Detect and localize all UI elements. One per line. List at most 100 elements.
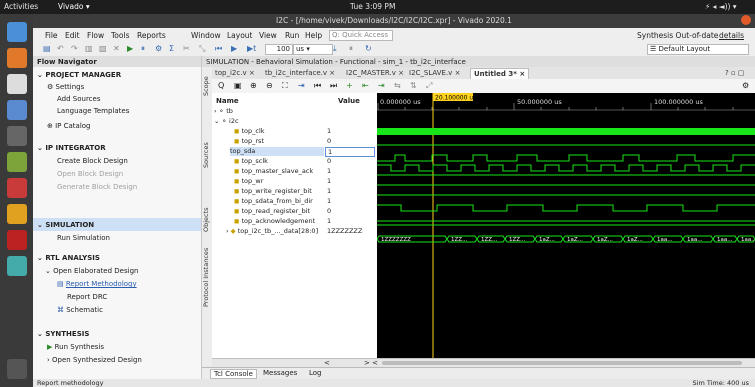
step-icon[interactable]: ⤓: [333, 44, 337, 54]
menu-window[interactable]: Window: [191, 31, 221, 40]
menu-layout[interactable]: Layout: [227, 31, 253, 40]
settings-gear-icon[interactable]: ⚙: [742, 81, 749, 90]
nav-add-sources[interactable]: Add Sources: [57, 95, 100, 103]
time-value-input[interactable]: 100: [265, 44, 293, 55]
restart-icon[interactable]: ⏮: [215, 44, 222, 54]
table-row[interactable]: › ⚬ tb: [214, 107, 326, 116]
section-ip-integrator[interactable]: ⌄ IP INTEGRATOR: [37, 144, 106, 152]
files-icon[interactable]: [7, 22, 27, 42]
nav-create-block-design[interactable]: Create Block Design: [57, 157, 128, 165]
app2-icon[interactable]: [7, 230, 27, 250]
menu-tools[interactable]: Tools: [111, 31, 129, 40]
table-row-selected[interactable]: top_sda: [230, 147, 324, 156]
menu-run[interactable]: Run: [285, 31, 299, 40]
tab-messages[interactable]: Messages: [260, 369, 300, 377]
time-unit-select[interactable]: us ▾: [293, 44, 333, 55]
firefox-icon[interactable]: [7, 100, 27, 120]
tab-sources[interactable]: Sources: [202, 137, 212, 173]
nav-ip-catalog[interactable]: ⊕ IP Catalog: [47, 122, 91, 130]
clock[interactable]: Tue 3:09 PM: [350, 2, 395, 11]
app3-icon[interactable]: [7, 256, 27, 276]
nav-run-simulation[interactable]: Run Simulation: [57, 234, 110, 242]
tab-tcl-console[interactable]: Tcl Console: [210, 369, 257, 379]
table-row[interactable]: › ◆ top_i2c_tb_..._data[28:0]: [226, 227, 338, 236]
goto-cursor-icon[interactable]: ⇥: [298, 81, 305, 90]
section-simulation[interactable]: ⌄ SIMULATION: [37, 221, 94, 229]
tab-i2c-master[interactable]: I2C_MASTER.v ×: [343, 68, 407, 78]
nav-report-drc[interactable]: Report DRC: [67, 293, 107, 301]
nav-schematic[interactable]: ⌘ Schematic: [57, 306, 103, 314]
swap-icon[interactable]: ⇆: [394, 81, 401, 90]
settings-icon[interactable]: ⚙: [155, 44, 162, 53]
calc-icon[interactable]: [7, 152, 27, 172]
system-tray-icons[interactable]: ⚡ ◂ ◄)) ▾: [705, 2, 737, 11]
show-apps-icon[interactable]: [7, 359, 27, 379]
tab-top-i2c[interactable]: top_i2c.v ×: [212, 68, 258, 78]
scroll-left-icon[interactable]: <: [324, 359, 330, 367]
activities-button[interactable]: Activities: [4, 2, 38, 11]
add-marker-icon[interactable]: +: [346, 81, 353, 90]
zoom-out-icon[interactable]: ⊖: [266, 81, 273, 90]
section-project-manager[interactable]: ⌄ PROJECT MANAGER: [37, 71, 121, 79]
redo-icon[interactable]: ↷: [71, 44, 78, 53]
grid-icon[interactable]: [7, 126, 27, 146]
paste-icon[interactable]: ▧: [99, 44, 107, 53]
expand-icon[interactable]: ⤢: [426, 81, 432, 91]
close-icon[interactable]: [741, 15, 751, 25]
menu-flow[interactable]: Flow: [87, 31, 104, 40]
app-menu[interactable]: Vivado ▾: [58, 2, 90, 11]
scroll-thumb[interactable]: [382, 361, 742, 365]
vivado-icon[interactable]: [7, 204, 27, 224]
details-link[interactable]: details: [719, 31, 744, 40]
app-icon[interactable]: [7, 178, 27, 198]
tab-objects[interactable]: Objects: [202, 203, 212, 237]
tab-untitled-3[interactable]: Untitled 3* ×: [470, 68, 530, 79]
search-icon[interactable]: Q: [218, 81, 224, 90]
waveform-canvas[interactable]: 0.000000 us 50.000000 us 100.000000 us 2…: [377, 93, 755, 367]
tool-icon[interactable]: ⤡: [199, 44, 205, 54]
cut-icon[interactable]: ✂: [183, 44, 190, 53]
nav-open-block-design[interactable]: Open Block Design: [57, 170, 123, 178]
open-icon[interactable]: ▤: [43, 44, 51, 53]
tab-scope[interactable]: Scope: [202, 71, 212, 101]
menu-view[interactable]: View: [259, 31, 277, 40]
prev-marker-icon[interactable]: ⇤: [362, 81, 369, 90]
nav-report-methodology[interactable]: ▤ Report Methodology: [57, 280, 137, 288]
menu-edit[interactable]: Edit: [65, 31, 80, 40]
tab-tb-i2c-interface[interactable]: tb_i2c_interface.v ×: [262, 68, 338, 78]
nav-open-elaborated-design[interactable]: ⌄ Open Elaborated Design: [45, 267, 138, 275]
pause-icon[interactable]: ⏸: [349, 44, 353, 54]
save-icon[interactable]: ▣: [234, 81, 242, 90]
zoom-in-icon[interactable]: ⊕: [250, 81, 257, 90]
section-rtl-analysis[interactable]: ⌄ RTL ANALYSIS: [37, 254, 100, 262]
quick-access-input[interactable]: Q: Quick Access: [329, 30, 393, 41]
layout-select[interactable]: ☰ Default Layout: [647, 44, 749, 55]
nav-open-synthesized-design[interactable]: › Open Synthesized Design: [47, 356, 142, 364]
section-synthesis[interactable]: ⌄ SYNTHESIS: [37, 330, 89, 338]
menu-help[interactable]: Help: [305, 31, 322, 40]
run-all-icon[interactable]: ▶: [231, 44, 237, 53]
menu-file[interactable]: File: [45, 31, 58, 40]
next-marker-icon[interactable]: ⇥: [378, 81, 385, 90]
run-for-icon[interactable]: ▶t: [247, 44, 256, 53]
snap-icon[interactable]: ⇅: [410, 81, 417, 90]
tab-i2c-slave[interactable]: I2C_SLAVE.v ×: [406, 68, 463, 78]
undo-icon[interactable]: ↶: [57, 44, 64, 53]
run-icon[interactable]: ▶: [127, 44, 133, 53]
relaunch-icon[interactable]: ↻: [365, 44, 372, 53]
delete-icon[interactable]: ✕: [113, 44, 120, 53]
waveform-viewer[interactable]: 0.000000 us 50.000000 us 100.000000 us 2…: [377, 93, 755, 367]
program-icon[interactable]: ⏸: [141, 44, 145, 54]
table-row[interactable]: ⌄ ⚬ i2c: [214, 117, 326, 126]
tab-log[interactable]: Log: [306, 369, 325, 377]
last-icon[interactable]: ⏭: [330, 81, 337, 91]
tab-protocol-instances[interactable]: Protocol Instances: [202, 241, 212, 313]
nav-settings[interactable]: ⚙ Settings: [47, 83, 84, 91]
sigma-icon[interactable]: Σ: [169, 44, 174, 53]
panel-controls[interactable]: ? ▫ ▢: [722, 68, 748, 78]
software-icon[interactable]: [7, 48, 27, 68]
nav-generate-block-design[interactable]: Generate Block Design: [57, 183, 137, 191]
first-icon[interactable]: ⏮: [314, 81, 321, 91]
menu-reports[interactable]: Reports: [137, 31, 166, 40]
copy-icon[interactable]: ▥: [85, 44, 93, 53]
